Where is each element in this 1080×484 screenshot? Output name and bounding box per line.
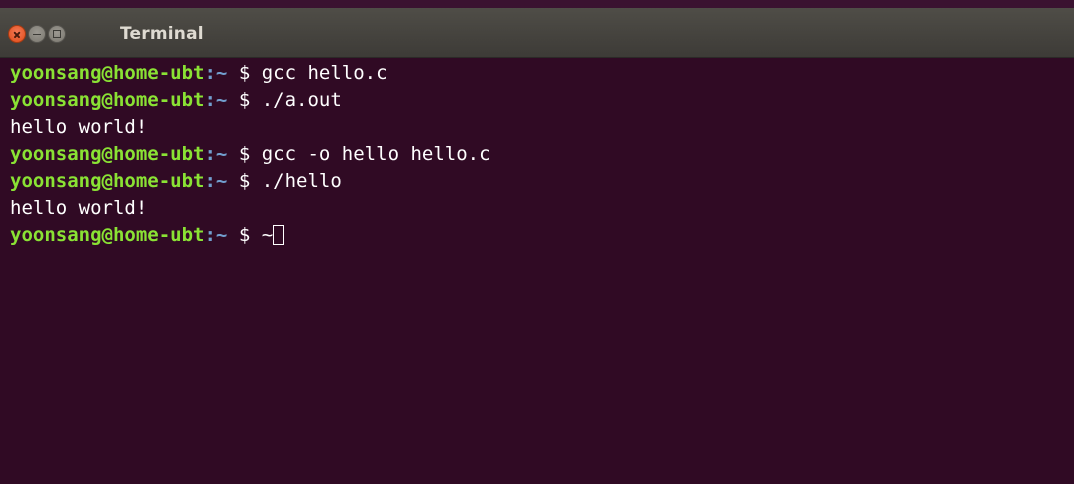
prompt-line: yoonsang@home-ubt:~ $ ./a.out [10, 87, 1074, 114]
prompt-separator: : [204, 89, 216, 111]
prompt-path: ~ [215, 89, 228, 111]
command-text: ./hello [261, 170, 342, 192]
terminal-output[interactable]: yoonsang@home-ubt:~ $ gcc hello.c yoonsan… [0, 58, 1074, 484]
prompt-symbol: $ [238, 170, 251, 192]
prompt-user-host: yoonsang@home-ubt [10, 170, 205, 192]
close-icon[interactable] [8, 25, 26, 43]
prompt-line: yoonsang@home-ubt:~ $ gcc -o hello hello… [10, 141, 1074, 168]
window-title: Terminal [120, 24, 204, 44]
prompt-symbol: $ [238, 143, 251, 165]
command-text: gcc -o hello hello.c [261, 143, 491, 165]
maximize-icon[interactable] [48, 25, 66, 43]
top-strip [0, 0, 1080, 8]
title-bar[interactable]: Terminal [0, 8, 1074, 58]
prompt-separator: : [204, 224, 216, 246]
prompt-line: yoonsang@home-ubt:~ $ ./hello [10, 168, 1074, 195]
command-text: gcc hello.c [261, 62, 388, 84]
command-text: ~ [261, 224, 274, 246]
text-cursor [273, 225, 285, 245]
window-edge [1074, 0, 1080, 484]
prompt-separator: : [204, 62, 216, 84]
prompt-user-host: yoonsang@home-ubt [10, 62, 205, 84]
prompt-user-host: yoonsang@home-ubt [10, 143, 205, 165]
output-line: hello world! [10, 114, 1074, 141]
prompt-symbol: $ [238, 62, 251, 84]
prompt-line: yoonsang@home-ubt:~ $ gcc hello.c [10, 60, 1074, 87]
output-line: hello world! [10, 195, 1074, 222]
prompt-symbol: $ [238, 89, 251, 111]
prompt-line: yoonsang@home-ubt:~ $ ~ [10, 222, 1074, 249]
output-text: hello world! [10, 197, 148, 219]
prompt-symbol: $ [238, 224, 251, 246]
minimize-icon[interactable] [28, 25, 46, 43]
output-text: hello world! [10, 116, 148, 138]
command-text: ./a.out [261, 89, 342, 111]
prompt-separator: : [204, 170, 216, 192]
prompt-separator: : [204, 143, 216, 165]
prompt-path: ~ [215, 170, 228, 192]
prompt-path: ~ [215, 62, 228, 84]
prompt-path: ~ [215, 143, 228, 165]
prompt-path: ~ [215, 224, 228, 246]
prompt-user-host: yoonsang@home-ubt [10, 89, 205, 111]
prompt-user-host: yoonsang@home-ubt [10, 224, 205, 246]
terminal-window: Terminal yoonsang@home-ubt:~ $ gcc hello… [0, 0, 1080, 484]
